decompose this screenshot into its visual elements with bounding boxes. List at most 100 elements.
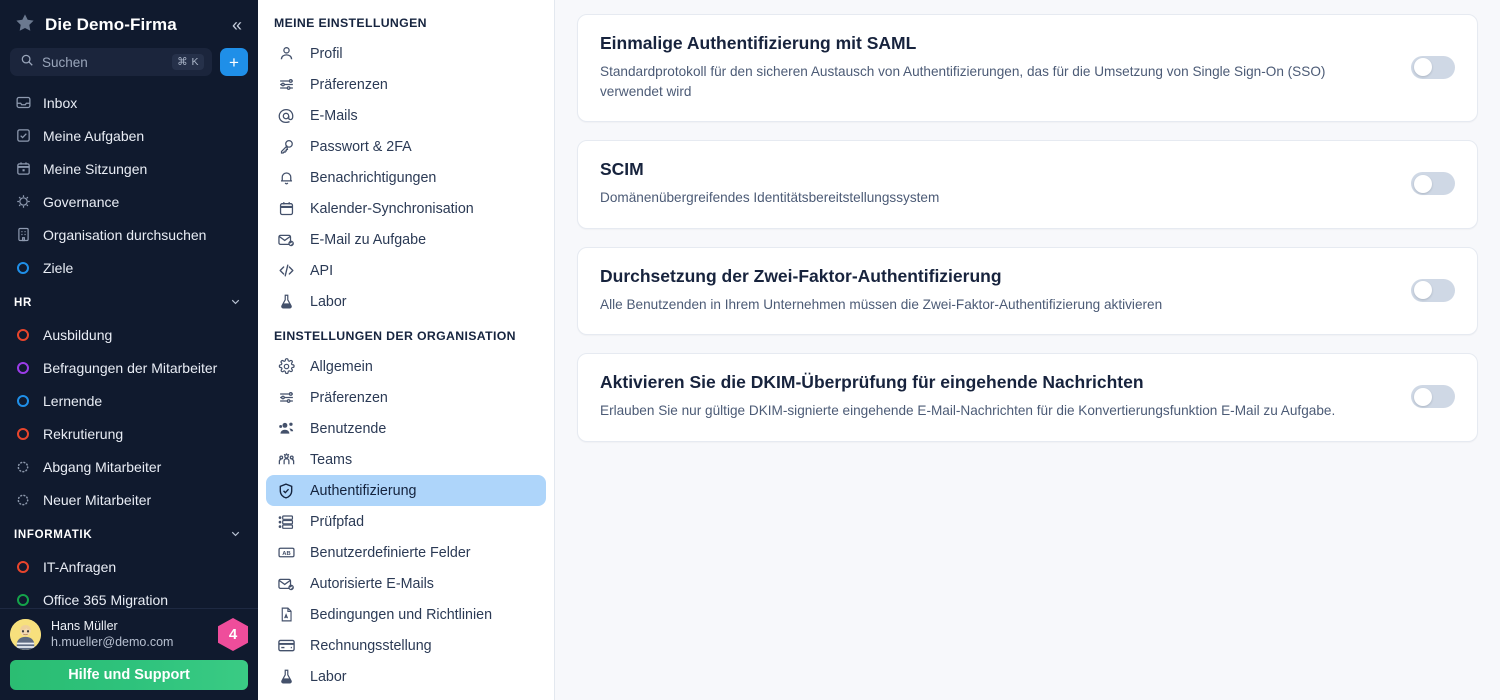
chevron-double-left-icon[interactable]: «	[228, 16, 246, 34]
settings-item-e-mails[interactable]: E-Mails	[266, 100, 546, 131]
bell-icon	[276, 168, 296, 188]
sidebar-item-office-365-migration[interactable]: Office 365 Migration	[0, 583, 258, 608]
settings-menu: MEINE EINSTELLUNGEN Profil Präferenzen E…	[258, 0, 555, 700]
sidebar-item-ziele[interactable]: Ziele	[0, 251, 258, 284]
sidebar-item-label: Ausbildung	[43, 327, 112, 343]
mail-check-icon	[276, 574, 296, 594]
flask-icon	[276, 292, 296, 312]
settings-item-label: Autorisierte E-Mails	[310, 576, 434, 592]
settings-item-label: Präferenzen	[310, 77, 388, 93]
settings-item-label: Benutzende	[310, 421, 386, 437]
sidebar-section-hr[interactable]: HR	[0, 288, 258, 318]
sidebar-item-neuer-mitarbeiter[interactable]: Neuer Mitarbeiter	[0, 483, 258, 516]
settings-item-api[interactable]: API	[266, 255, 546, 286]
dkim-toggle[interactable]	[1411, 385, 1455, 408]
help-support-button[interactable]: Hilfe und Support	[10, 660, 248, 690]
document-icon	[276, 605, 296, 625]
calendar-icon	[14, 160, 32, 178]
settings-item-labor-org[interactable]: Labor	[266, 661, 546, 692]
search-input[interactable]: Suchen ⌘ K	[10, 48, 212, 76]
settings-item-label: Teams	[310, 452, 352, 468]
settings-item-benachrichtigungen[interactable]: Benachrichtigungen	[266, 162, 546, 193]
dotted-circle-icon	[14, 458, 32, 476]
notification-badge[interactable]: 4	[218, 618, 248, 651]
dotted-circle-icon	[14, 491, 32, 509]
card-body: Einmalige Authentifizierung mit SAML Sta…	[600, 33, 1393, 101]
settings-item-kalender-synchronisation[interactable]: Kalender-Synchronisation	[266, 193, 546, 224]
sidebar-item-governance[interactable]: Governance	[0, 185, 258, 218]
sidebar-item-it-anfragen[interactable]: IT-Anfragen	[0, 550, 258, 583]
settings-item-label: E-Mail zu Aufgabe	[310, 232, 426, 248]
sidebar-item-inbox[interactable]: Inbox	[0, 86, 258, 119]
settings-item-rechnungsstellung[interactable]: Rechnungsstellung	[266, 630, 546, 661]
mail-check-icon	[276, 230, 296, 250]
setting-card-two-factor-enforcement: Durchsetzung der Zwei-Faktor-Authentifiz…	[577, 247, 1478, 336]
sidebar-item-label: Governance	[43, 194, 119, 210]
settings-item-label: Allgemein	[310, 359, 373, 375]
flask-icon	[276, 667, 296, 687]
sidebar-footer: Hans Müller h.mueller@demo.com 4 Hilfe u…	[0, 608, 258, 700]
search-shortcut: ⌘ K	[172, 54, 204, 70]
svg-text:AB: AB	[282, 551, 290, 557]
settings-item-label: E-Mails	[310, 108, 358, 124]
chevron-down-icon[interactable]	[229, 295, 242, 311]
sidebar-item-meine-aufgaben[interactable]: Meine Aufgaben	[0, 119, 258, 152]
sidebar-item-rekrutierung[interactable]: Rekrutierung	[0, 417, 258, 450]
settings-item-benutzerdefinierte-felder[interactable]: AB Benutzerdefinierte Felder	[266, 537, 546, 568]
key-icon	[276, 137, 296, 157]
sidebar-item-abgang-mitarbeiter[interactable]: Abgang Mitarbeiter	[0, 450, 258, 483]
search-icon	[20, 53, 34, 72]
sidebar-item-label: Abgang Mitarbeiter	[43, 459, 161, 475]
sidebar-section-informatik[interactable]: INFORMATIK	[0, 520, 258, 550]
checkbox-icon	[14, 127, 32, 145]
settings-item-profil[interactable]: Profil	[266, 38, 546, 69]
sidebar-item-lernende[interactable]: Lernende	[0, 384, 258, 417]
code-icon	[276, 261, 296, 281]
user-email: h.mueller@demo.com	[51, 635, 208, 651]
saml-sso-toggle[interactable]	[1411, 56, 1455, 79]
scim-toggle[interactable]	[1411, 172, 1455, 195]
settings-item-e-mail-zu-aufgabe[interactable]: E-Mail zu Aufgabe	[266, 224, 546, 255]
sliders-icon	[276, 388, 296, 408]
sidebar-item-label: Meine Aufgaben	[43, 128, 144, 144]
settings-item-allgemein[interactable]: Allgemein	[266, 351, 546, 382]
settings-item-autorisierte-e-mails[interactable]: Autorisierte E-Mails	[266, 568, 546, 599]
search-placeholder: Suchen	[42, 55, 164, 70]
sidebar-item-ausbildung[interactable]: Ausbildung	[0, 318, 258, 351]
chevron-down-icon[interactable]	[229, 527, 242, 543]
avatar	[10, 619, 41, 650]
settings-item-pruefpfad[interactable]: Prüfpfad	[266, 506, 546, 537]
shield-check-icon	[276, 481, 296, 501]
user-profile[interactable]: Hans Müller h.mueller@demo.com 4	[10, 618, 248, 651]
section-title: HR	[14, 297, 32, 309]
sidebar-item-label: Meine Sitzungen	[43, 161, 147, 177]
sidebar-item-befragungen-der-mitarbeiter[interactable]: Befragungen der Mitarbeiter	[0, 351, 258, 384]
app-root: Die Demo-Firma « Suchen ⌘ K + Inbox	[0, 0, 1500, 700]
users-icon	[276, 419, 296, 439]
badge-count: 4	[229, 626, 237, 643]
two-factor-toggle[interactable]	[1411, 279, 1455, 302]
settings-item-teams[interactable]: Teams	[266, 444, 546, 475]
settings-group-title-my: MEINE EINSTELLUNGEN	[266, 10, 546, 38]
settings-item-label: Labor	[310, 294, 347, 310]
building-icon	[14, 226, 32, 244]
credit-card-icon	[276, 636, 296, 656]
settings-item-bedingungen-und-richtlinien[interactable]: Bedingungen und Richtlinien	[266, 599, 546, 630]
settings-item-praeferenzen-org[interactable]: Präferenzen	[266, 382, 546, 413]
settings-item-label: Prüfpfad	[310, 514, 364, 530]
settings-item-benutzende[interactable]: Benutzende	[266, 413, 546, 444]
settings-item-labor-my[interactable]: Labor	[266, 286, 546, 317]
sliders-icon	[276, 75, 296, 95]
card-body: SCIM Domänenübergreifendes Identitätsber…	[600, 159, 1393, 208]
add-button[interactable]: +	[220, 48, 248, 76]
sidebar-nav: Inbox Meine Aufgaben Meine Sitzungen Gov…	[0, 86, 258, 608]
sidebar-item-organisation-durchsuchen[interactable]: Organisation durchsuchen	[0, 218, 258, 251]
settings-item-passwort-2fa[interactable]: Passwort & 2FA	[266, 131, 546, 162]
setting-card-dkim-verification: Aktivieren Sie die DKIM-Überprüfung für …	[577, 353, 1478, 442]
settings-item-label: Profil	[310, 46, 343, 62]
settings-item-praeferenzen-my[interactable]: Präferenzen	[266, 69, 546, 100]
settings-item-authentifizierung[interactable]: Authentifizierung	[266, 475, 546, 506]
settings-item-label: Authentifizierung	[310, 483, 417, 499]
sidebar-item-meine-sitzungen[interactable]: Meine Sitzungen	[0, 152, 258, 185]
settings-item-label: Labor	[310, 669, 347, 685]
